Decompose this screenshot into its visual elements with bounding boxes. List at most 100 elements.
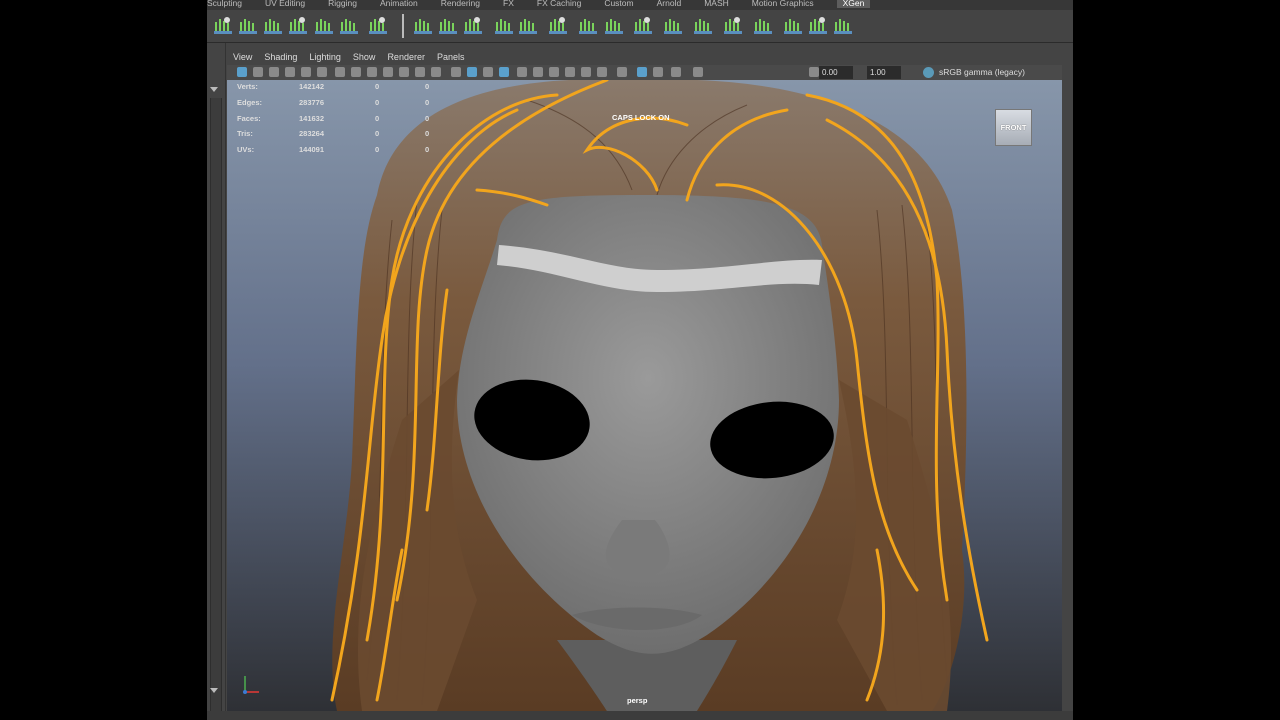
shelf-tab-mash[interactable]: MASH xyxy=(704,0,740,8)
xgen-scatter-icon[interactable] xyxy=(782,14,804,36)
shelf-tab-rendering[interactable]: Rendering xyxy=(441,0,491,8)
xgen-guide-plus-icon[interactable] xyxy=(462,14,484,36)
shelf-tab-bar: Sculpting UV Editing Rigging Animation Rende… xyxy=(207,0,1073,10)
xgen-bend-icon[interactable] xyxy=(632,14,654,36)
poly-count-hud: Verts: 142142 0 0 Edges: 283776 0 0 Faces: 141632… xyxy=(237,82,437,161)
safe-title-icon[interactable] xyxy=(431,67,441,77)
xgen-lock-icon[interactable] xyxy=(212,14,234,36)
menu-show[interactable]: Show xyxy=(353,52,376,62)
hud-total: 144091 xyxy=(299,145,325,155)
xgen-length-icon[interactable] xyxy=(577,14,599,36)
gamma-icon[interactable] xyxy=(809,67,819,77)
film-gate-icon[interactable] xyxy=(351,67,361,77)
xgen-collection-icon[interactable] xyxy=(237,14,259,36)
depth-of-field-icon[interactable] xyxy=(597,67,607,77)
hud-label: Verts: xyxy=(237,82,258,91)
hud-total: 142142 xyxy=(299,82,325,91)
smooth-shade-icon[interactable] xyxy=(467,67,477,77)
shelf-tab-animation[interactable]: Animation xyxy=(380,0,429,8)
letterbox-right xyxy=(1073,0,1280,720)
view-cube[interactable]: FRONT xyxy=(995,109,1032,146)
lights-icon[interactable] xyxy=(517,67,527,77)
menu-lighting[interactable]: Lighting xyxy=(309,52,341,62)
viewport-right-border xyxy=(1062,80,1073,711)
xgen-groom-icon[interactable] xyxy=(287,14,309,36)
exposure-field[interactable]: 0.00 xyxy=(819,66,853,79)
panel-menu-bar: View Shading Lighting Show Renderer Panels xyxy=(225,50,1073,64)
left-scrollbar[interactable] xyxy=(210,98,222,718)
motion-blur-icon[interactable] xyxy=(565,67,575,77)
xgen-editor-icon[interactable] xyxy=(412,14,434,36)
xgen-smooth-icon[interactable] xyxy=(547,14,569,36)
shelf-tab-fx[interactable]: FX xyxy=(503,0,525,8)
textured-icon[interactable] xyxy=(499,67,509,77)
camera-attributes-icon[interactable] xyxy=(253,67,263,77)
bookmarks-icon[interactable] xyxy=(269,67,279,77)
xgen-add-guide-icon[interactable] xyxy=(437,14,459,36)
gate-mask-icon[interactable] xyxy=(383,67,393,77)
xray-components-icon[interactable] xyxy=(671,67,681,77)
shelf-tab-arnold[interactable]: Arnold xyxy=(657,0,693,8)
menu-panels[interactable]: Panels xyxy=(437,52,465,62)
xgen-guides-edit-icon[interactable] xyxy=(338,14,360,36)
hud-row: Edges: 283776 0 0 xyxy=(237,98,437,114)
field-chart-icon[interactable] xyxy=(399,67,409,77)
wireframe-on-shaded-icon[interactable] xyxy=(483,67,493,77)
shelf-tab-sculpting[interactable]: Sculpting xyxy=(207,0,253,8)
shelf-tab-uv-editing[interactable]: UV Editing xyxy=(265,0,316,8)
hud-row: UVs: 144091 0 0 xyxy=(237,145,437,161)
gamma-field[interactable]: 1.00 xyxy=(867,66,901,79)
xray-joints-icon[interactable] xyxy=(653,67,663,77)
camera-name-label: persp xyxy=(627,696,648,705)
hud-total: 141632 xyxy=(299,113,325,123)
xgen-cut-icon[interactable] xyxy=(603,14,625,36)
xgen-clump-icon[interactable] xyxy=(662,14,684,36)
multisample-aa-icon[interactable] xyxy=(581,67,591,77)
xgen-guides-icon[interactable] xyxy=(313,14,335,36)
xgen-spray-icon[interactable] xyxy=(752,14,774,36)
safe-action-icon[interactable] xyxy=(415,67,425,77)
hud-selected: 0 xyxy=(375,82,380,91)
isolate-select-icon[interactable] xyxy=(617,67,627,77)
shadows-icon[interactable] xyxy=(533,67,543,77)
tool-box-strip xyxy=(207,43,226,720)
hud-total: 283776 xyxy=(299,97,325,107)
xgen-preview-icon[interactable] xyxy=(807,14,829,36)
shelf-tab-xgen[interactable]: XGen xyxy=(836,0,871,8)
expand-arrow-icon[interactable] xyxy=(210,688,218,693)
xgen-delete-guide-icon[interactable] xyxy=(367,14,389,36)
color-space-label[interactable]: sRGB gamma (legacy) xyxy=(939,67,1025,77)
grease-pencil-icon[interactable] xyxy=(317,67,327,77)
shelf-tab-motion-graphics[interactable]: Motion Graphics xyxy=(752,0,825,8)
xgen-render-icon[interactable] xyxy=(832,14,854,36)
menu-view[interactable]: View xyxy=(233,52,252,62)
select-camera-icon[interactable] xyxy=(237,67,247,77)
hud-selected: 0 xyxy=(375,97,380,107)
screen-space-ao-icon[interactable] xyxy=(549,67,559,77)
viewport-scene xyxy=(227,80,1062,711)
menu-renderer[interactable]: Renderer xyxy=(387,52,425,62)
xgen-sculpt-icon[interactable] xyxy=(493,14,515,36)
xgen-attract-icon[interactable] xyxy=(722,14,744,36)
shelf-tab-custom[interactable]: Custom xyxy=(604,0,644,8)
menu-shading[interactable]: Shading xyxy=(264,52,297,62)
wireframe-icon[interactable] xyxy=(451,67,461,77)
image-plane-icon[interactable] xyxy=(285,67,295,77)
perspective-viewport[interactable]: Verts: 142142 0 0 Edges: 283776 0 0 Faces: 141632… xyxy=(227,80,1062,711)
resolution-gate-icon[interactable] xyxy=(367,67,377,77)
shelf-tab-fx-caching[interactable]: FX Caching xyxy=(537,0,592,8)
xgen-noise-icon[interactable] xyxy=(692,14,714,36)
exposure-icon[interactable] xyxy=(693,67,703,77)
shelf-tab-rigging[interactable]: Rigging xyxy=(328,0,368,8)
hud-third: 0 xyxy=(425,145,430,155)
xgen-layers-icon[interactable] xyxy=(262,14,284,36)
caps-lock-indicator: CAPS LOCK ON xyxy=(612,113,670,122)
2d-pan-icon[interactable] xyxy=(301,67,311,77)
xray-icon[interactable] xyxy=(637,67,647,77)
xgen-comb-icon[interactable] xyxy=(517,14,539,36)
grid-icon[interactable] xyxy=(335,67,345,77)
collapse-arrow-icon[interactable] xyxy=(210,87,218,92)
bottom-status-strip xyxy=(207,711,1073,720)
shelf-separator xyxy=(402,14,404,38)
color-management-icon[interactable] xyxy=(923,67,934,78)
